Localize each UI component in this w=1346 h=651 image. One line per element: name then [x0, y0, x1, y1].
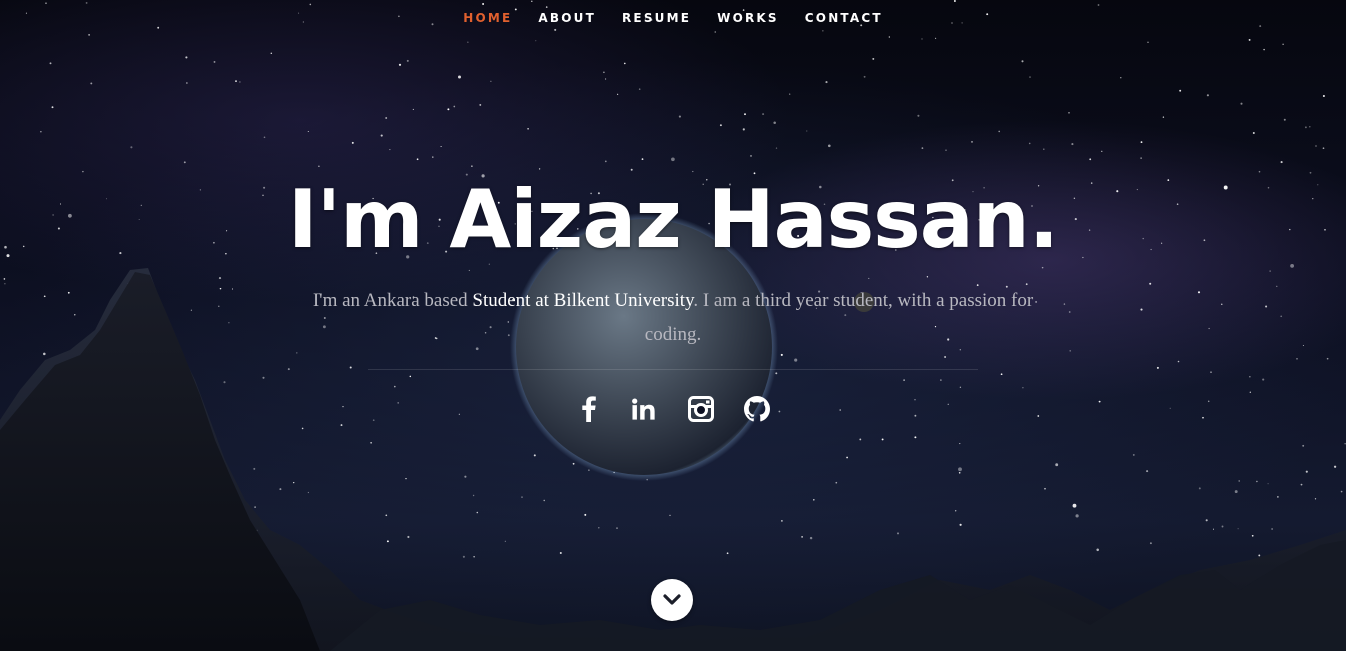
- divider: [368, 369, 978, 370]
- instagram-link[interactable]: [688, 394, 714, 424]
- instagram-icon: [688, 396, 714, 422]
- facebook-icon: [582, 396, 596, 422]
- nav-resume[interactable]: RESUME: [609, 10, 704, 26]
- social-links: [0, 394, 1346, 424]
- facebook-link[interactable]: [576, 394, 602, 424]
- page-title: I'm Aizaz Hassan.: [287, 173, 1059, 266]
- intro-text: I'm an Ankara based Student at Bilkent U…: [310, 284, 1036, 352]
- chevron-down-icon: [663, 594, 681, 605]
- main-nav: HOME ABOUT RESUME WORKS CONTACT: [0, 10, 1346, 26]
- github-icon: [744, 396, 770, 422]
- scroll-down-button[interactable]: [651, 579, 693, 621]
- linkedin-link[interactable]: [632, 394, 658, 424]
- linkedin-icon: [632, 398, 655, 420]
- nav-about[interactable]: ABOUT: [525, 10, 609, 26]
- nav-works[interactable]: WORKS: [704, 10, 792, 26]
- nav-contact[interactable]: CONTACT: [792, 10, 896, 26]
- intro-text-start: I'm an Ankara based: [312, 290, 473, 311]
- hero-banner: HOME ABOUT RESUME WORKS CONTACT I'm Aiza…: [0, 0, 1346, 651]
- nav-home[interactable]: HOME: [450, 10, 525, 26]
- intro-text-end: . I am a third year student, with a pass…: [644, 290, 1034, 345]
- intro-highlight: Student at Bilkent University: [472, 290, 694, 311]
- github-link[interactable]: [744, 394, 770, 424]
